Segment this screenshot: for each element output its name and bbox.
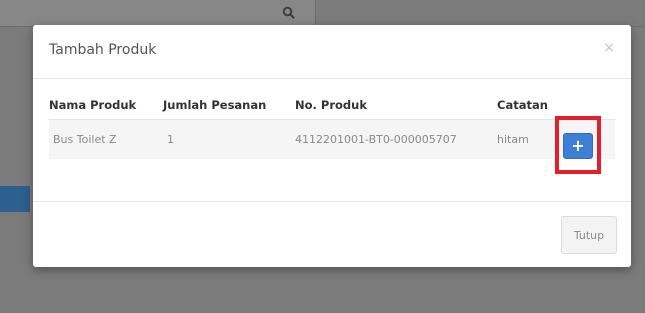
search-icon (282, 6, 295, 19)
cell-nama-produk: Bus Toilet Z (53, 133, 117, 146)
cell-jumlah-pesanan: 1 (167, 133, 174, 146)
background-label (0, 138, 24, 154)
plus-icon: + (571, 136, 585, 155)
modal-body: Nama Produk Jumlah Pesanan No. Produk Ca… (33, 79, 631, 201)
modal-title: Tambah Produk (49, 42, 157, 58)
modal-header: Tambah Produk × (33, 25, 631, 79)
modal-footer: Tutup (33, 201, 631, 267)
close-icon[interactable]: × (603, 41, 615, 55)
column-header-nama-produk: Nama Produk (49, 98, 137, 112)
column-header-catatan: Catatan (497, 98, 548, 112)
cell-no-produk: 4112201001-BT0-000005707 (295, 133, 457, 146)
column-header-jumlah-pesanan: Jumlah Pesanan (163, 98, 267, 112)
add-product-button[interactable]: + (563, 133, 593, 159)
background-label (0, 53, 24, 69)
column-header-no-produk: No. Produk (295, 98, 367, 112)
close-button[interactable]: Tutup (561, 216, 617, 254)
background-search-bar (0, 0, 316, 26)
background-button (0, 186, 30, 212)
table-row: Bus Toilet Z 1 4112201001-BT0-000005707 … (49, 119, 615, 159)
add-product-modal: Tambah Produk × Nama Produk Jumlah Pesan… (33, 25, 631, 267)
cell-catatan: hitam (497, 133, 529, 146)
